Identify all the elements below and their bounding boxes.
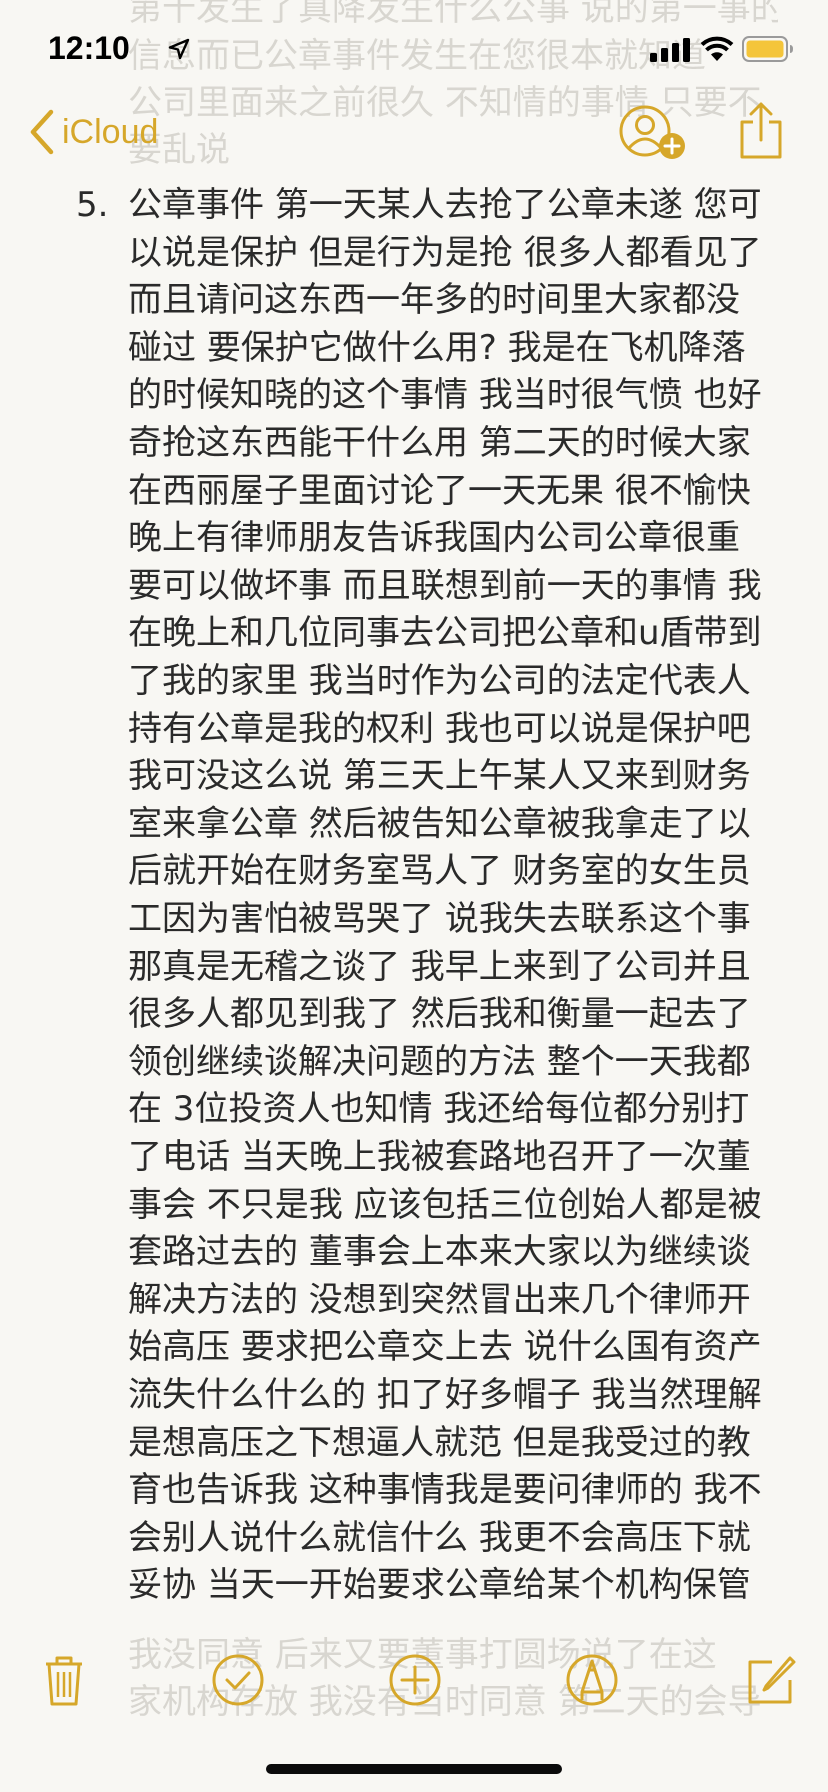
add-icon[interactable] xyxy=(385,1650,445,1710)
note-line: 套路过去的 董事会上本来大家以为继续谈 xyxy=(128,1232,751,1273)
status-bar: 12:10 xyxy=(0,0,828,100)
note-line: 后就开始在财务室骂人了 财务室的女生员 xyxy=(128,851,751,892)
note-line: 那真是无稽之谈了 我早上来到了公司并且 xyxy=(128,946,751,987)
note-line: 很多人都见到我了 然后我和衡量一起去了 xyxy=(128,994,751,1035)
checklist-icon[interactable] xyxy=(208,1650,268,1710)
note-line: 室来拿公章 然后被告知公章被我拿走了以 xyxy=(128,803,751,844)
note-line: 我可没这么说 第三天上午某人又来到财务 xyxy=(128,756,751,797)
note-line: 持有公章是我的权利 我也可以说是保护吧 xyxy=(128,708,751,749)
note-line: 奇抢这东西能干什么用 第二天的时候大家 xyxy=(128,423,751,463)
wifi-icon xyxy=(700,36,734,61)
note-line: 了电话 当天晚上我被套路地召开了一次董 xyxy=(128,1137,751,1177)
location-arrow-icon xyxy=(168,38,190,60)
note-line: 领创继续谈解决问题的方法 整个一天我都 xyxy=(128,1041,751,1082)
note-line: 始高压 要求把公章交上去 说什么国有资产 xyxy=(128,1327,762,1368)
note-line: 事会 不只是我 应该包括三位创始人都是被 xyxy=(128,1184,762,1225)
cellular-signal-icon xyxy=(650,38,690,62)
note-line: 妥协 当天一开始要求公章给某个机构保管 xyxy=(128,1565,751,1606)
status-time: 12:10 xyxy=(48,30,130,66)
markup-icon[interactable] xyxy=(562,1650,622,1710)
battery-icon xyxy=(742,36,793,62)
compose-icon[interactable] xyxy=(742,1650,802,1710)
note-line: 解决方法的 没想到突然冒出来几个律师开 xyxy=(128,1279,751,1320)
note-line: 工因为害怕被骂哭了 说我失去联系这个事 xyxy=(128,899,751,939)
note-line: 在 3位投资人也知情 我还给每位都分别打 xyxy=(128,1089,750,1130)
home-indicator xyxy=(266,1764,562,1774)
note-line: 碰过 要保护它做什么用? 我是在飞机降落 xyxy=(128,327,746,368)
note-line: 会别人说什么就信什么 我更不会高压下就 xyxy=(128,1517,751,1558)
note-line: 晚上有律师朋友告诉我国内公司公章很重 xyxy=(128,518,740,559)
trash-icon[interactable] xyxy=(34,1650,94,1710)
note-line: 的时候知晓的这个事情 我当时很气愤 也好 xyxy=(128,375,762,416)
notes-screen: 第十发生了真降发生什么公事 说的第一事的 信息而已公章事件发生在您很本就知道 公… xyxy=(0,0,828,1792)
note-line: 要可以做坏事 而且联想到前一天的事情 我 xyxy=(128,565,762,606)
chevron-left-icon xyxy=(30,109,54,155)
share-icon[interactable] xyxy=(738,100,784,160)
list-number: 5. xyxy=(76,185,109,225)
note-line: 而且请问这东西一年多的时间里大家都没 xyxy=(128,280,740,321)
note-line: 了我的家里 我当时作为公司的法定代表人 xyxy=(128,661,751,701)
note-line: 以说是保护 但是行为是抢 很多人都看见了 xyxy=(128,232,762,273)
note-line: 流失什么什么的 扣了好多帽子 我当然理解 xyxy=(128,1375,762,1415)
note-line: 在西丽屋子里面讨论了一天无果 很不愉快 xyxy=(128,470,751,511)
note-line: 在晚上和几位同事去公司把公章和u盾带到 xyxy=(128,613,762,654)
note-line: 是想高压之下想逼人就范 但是我受过的教 xyxy=(128,1422,751,1463)
note-line: 公章事件 第一天某人去抢了公章未遂 您可 xyxy=(128,185,762,225)
back-label: iCloud xyxy=(62,112,159,151)
back-button[interactable]: iCloud xyxy=(28,106,158,158)
note-line: 育也告诉我 这种事情我是要问律师的 我不 xyxy=(128,1470,762,1511)
add-people-icon[interactable] xyxy=(618,104,688,162)
